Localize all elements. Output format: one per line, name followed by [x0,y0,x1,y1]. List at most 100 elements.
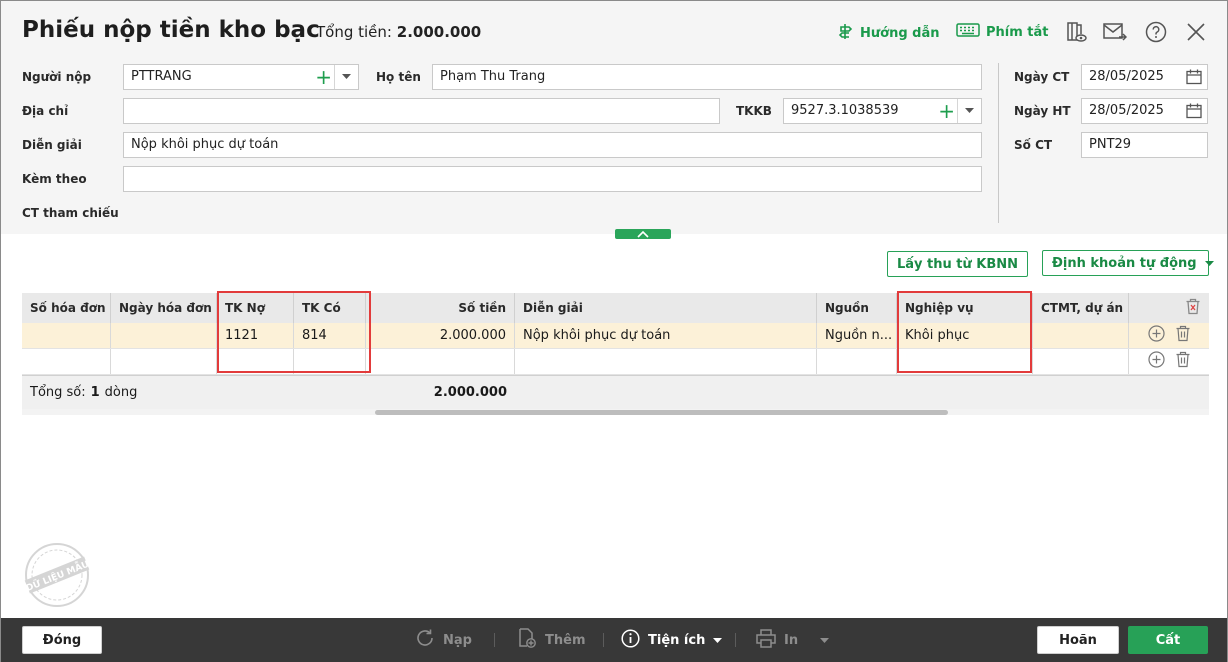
delete-row-icon[interactable] [1175,351,1191,372]
footer-toolbar: Đóng Nạp Thêm Tiện ích In Hoãn Cất [1,618,1227,662]
add-payer-icon[interactable]: + [315,66,332,88]
auto-entry-label: Định khoản tự động [1052,255,1197,271]
save-button[interactable]: Cất [1128,626,1208,654]
close-icon[interactable] [1184,20,1208,44]
annotation-box-operation [897,291,1032,373]
footer-total: 2.000.000 [433,385,507,400]
add-tkkb-icon[interactable]: + [938,100,955,122]
fullname-label: Họ tên [376,70,421,84]
shortcut-link[interactable]: Phím tắt [956,23,1049,41]
delete-row-icon[interactable] [1175,325,1191,346]
tkkb-dropdown-icon[interactable] [957,99,981,123]
utility-label: Tiện ích [648,632,706,648]
doc-no-field[interactable]: PNT29 [1081,132,1208,158]
col-description[interactable]: Diễn giải [515,293,817,323]
toolbar-divider [735,633,736,647]
col-source[interactable]: Nguồn [817,293,897,323]
payer-field[interactable]: PTTRANG + [123,64,359,90]
row-actions [1129,349,1209,374]
empty-cell[interactable] [366,349,515,374]
total-label: Tổng tiền: [316,23,392,41]
col-project[interactable]: CTMT, dự án [1033,293,1129,323]
doc-date-label: Ngày CT [1014,70,1070,84]
payer-label: Người nộp [22,70,92,84]
payer-value: PTTRANG [131,69,192,84]
total-value: 2.000.000 [396,23,482,41]
voucher-window: Phiếu nộp tiền kho bạc Tổng tiền: 2.000.… [0,0,1228,662]
address-field[interactable] [123,98,720,124]
empty-cell[interactable] [1033,349,1129,374]
cancel-button[interactable]: Hoãn [1037,626,1119,654]
collapse-header-button[interactable] [615,229,671,239]
grid-footer: Tổng số: 1 dòng 2.000.000 [22,375,1209,409]
reload-button[interactable]: Nạp [415,628,472,652]
cell-amount[interactable]: 2.000.000 [366,323,515,348]
calendar-icon[interactable] [1186,69,1202,89]
chevron-down-icon [713,633,723,648]
add-row-icon[interactable] [1147,325,1165,346]
row-count-prefix: Tổng số: [30,385,86,400]
utility-menu-button[interactable]: Tiện ích [621,628,723,652]
add-button[interactable]: Thêm [517,628,586,652]
empty-cell[interactable] [817,349,897,374]
description-field[interactable]: Nộp khôi phục dự toán [123,132,982,158]
fullname-field[interactable]: Phạm Thu Trang [432,64,982,90]
horizontal-scrollbar[interactable] [22,409,1209,415]
tkkb-field[interactable]: 9527.3.1038539 + [783,98,982,124]
print-button[interactable]: In [756,628,830,652]
info-icon [621,628,640,652]
row-count: Tổng số: 1 dòng [22,376,366,409]
keyboard-icon [956,23,980,41]
annotation-box-accounts [217,291,371,373]
stamp-text: DỮ LIỆU MẪU [24,557,91,594]
scrollbar-thumb[interactable] [375,410,948,415]
fetch-kbnn-button[interactable]: Lấy thu từ KBNN [887,251,1028,277]
help-icon[interactable] [1144,20,1168,44]
doc-date-field[interactable]: 28/05/2025 [1081,64,1208,90]
chevron-down-icon[interactable] [1204,256,1214,271]
delete-all-icon[interactable] [1185,298,1201,318]
auto-entry-button[interactable]: Định khoản tự động [1042,250,1214,276]
tkkb-value: 9527.3.1038539 [791,103,899,118]
attachment-field[interactable] [123,166,982,192]
empty-cell[interactable] [111,349,217,374]
post-date-value: 28/05/2025 [1089,103,1164,118]
cell-description[interactable]: Nộp khôi phục dự toán [515,323,817,348]
tkkb-label: TKKB [736,104,772,118]
toolbar-divider [494,633,495,647]
col-invoice-date[interactable]: Ngày hóa đơn [111,293,217,323]
book-view-icon[interactable] [1064,20,1088,44]
voucher-header: Phiếu nộp tiền kho bạc Tổng tiền: 2.000.… [1,1,1227,234]
cell-source[interactable]: Nguồn n... [817,323,897,348]
total-amount: Tổng tiền: 2.000.000 [316,23,481,41]
page-title: Phiếu nộp tiền kho bạc [22,17,320,43]
chevron-down-icon [820,633,830,648]
close-button[interactable]: Đóng [22,626,102,654]
cell-invoice-no[interactable] [22,323,111,348]
description-value: Nộp khôi phục dự toán [131,137,279,152]
cell-invoice-date[interactable] [111,323,217,348]
attachment-label: Kèm theo [22,172,87,186]
add-row-icon[interactable] [1147,351,1165,372]
add-document-icon [517,628,537,652]
toolbar-divider [603,633,604,647]
help-link[interactable]: Hướng dẫn [837,23,940,44]
delete-all-cell [1129,293,1209,323]
cell-project[interactable] [1033,323,1129,348]
payer-dropdown-icon[interactable] [334,65,358,89]
doc-no-value: PNT29 [1089,137,1132,152]
shortcut-label: Phím tắt [986,24,1049,40]
empty-cell[interactable] [22,349,111,374]
fullname-value: Phạm Thu Trang [440,69,546,84]
add-label: Thêm [545,632,586,648]
empty-cell[interactable] [515,349,817,374]
doc-no-label: Số CT [1014,138,1053,152]
row-count-value: 1 [90,385,100,400]
col-invoice-no[interactable]: Số hóa đơn [22,293,111,323]
post-date-field[interactable]: 28/05/2025 [1081,98,1208,124]
post-date-label: Ngày HT [1014,104,1071,118]
mail-forward-icon[interactable] [1103,20,1127,44]
refresh-icon [415,628,435,652]
col-amount[interactable]: Số tiền [366,293,515,323]
calendar-icon[interactable] [1186,103,1202,123]
